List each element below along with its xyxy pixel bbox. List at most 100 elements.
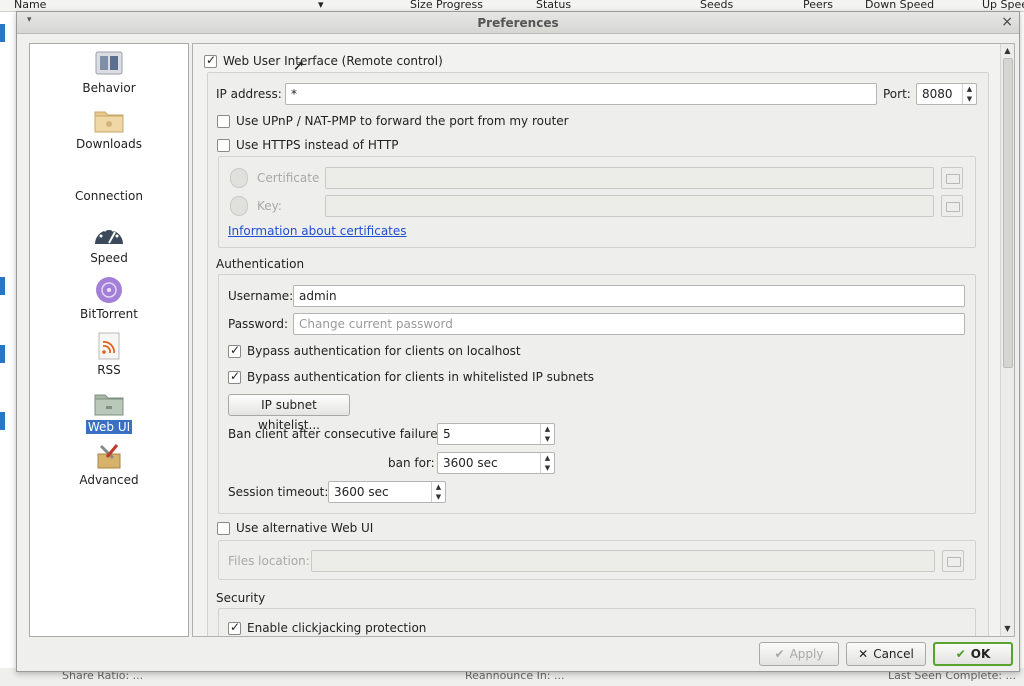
key-path-input[interactable]	[325, 195, 934, 217]
sidebar-item-speed[interactable]: Speed	[30, 220, 188, 265]
certificate-path-input[interactable]	[325, 167, 934, 189]
sort-chevron-icon: ▾	[318, 0, 324, 11]
port-value: 8080	[922, 87, 953, 101]
ban-failures-spinbox[interactable]: 5 ▲ ▼	[437, 423, 555, 445]
password-placeholder: Change current password	[299, 317, 453, 331]
dialog-title: Preferences	[477, 16, 559, 30]
rss-icon	[98, 332, 120, 360]
column-name[interactable]: Name	[14, 0, 46, 11]
preferences-dialog: ▾ Preferences × Behavior Downloads Conne…	[16, 11, 1020, 672]
column-down-speed[interactable]: Down Speed	[865, 0, 934, 11]
certificate-label: Certificate	[257, 171, 320, 185]
column-peers[interactable]: Peers	[803, 0, 833, 11]
sidebar-item-connection[interactable]: Connection	[30, 186, 188, 203]
apply-button[interactable]: ✔ Apply	[759, 642, 839, 666]
ip-address-input[interactable]: *	[285, 83, 877, 105]
spin-arrows-icon[interactable]: ▲ ▼	[962, 84, 976, 104]
row-marker	[0, 24, 5, 42]
files-location-browse-icon[interactable]	[942, 550, 964, 572]
cancel-button-label: Cancel	[873, 647, 914, 661]
sidebar-item-label: RSS	[97, 363, 121, 377]
bypass-whitelist-label[interactable]: Bypass authentication for clients in whi…	[247, 370, 594, 384]
sidebar-item-label: Behavior	[82, 81, 136, 95]
username-input[interactable]: admin	[293, 285, 965, 307]
sidebar-item-bittorrent[interactable]: BitTorrent	[30, 276, 188, 321]
close-icon[interactable]: ×	[1001, 14, 1013, 30]
sidebar-item-behavior[interactable]: Behavior	[30, 50, 188, 95]
key-shield-icon	[230, 196, 248, 216]
apply-button-label: Apply	[789, 647, 824, 661]
sidebar-item-label: Speed	[90, 251, 128, 265]
cancel-x-icon: ✕	[858, 647, 869, 661]
certificates-info-link[interactable]: Information about certificates	[228, 224, 407, 238]
row-marker	[0, 277, 5, 295]
password-label: Password:	[228, 317, 289, 331]
apply-check-icon: ✔	[774, 647, 785, 661]
sidebar-item-rss[interactable]: RSS	[30, 332, 188, 377]
sidebar-item-webui[interactable]: Web UI	[30, 389, 188, 434]
certificate-shield-icon	[230, 168, 248, 188]
alt-webui-label[interactable]: Use alternative Web UI	[236, 521, 373, 535]
ip-subnet-whitelist-button[interactable]: IP subnet whitelist...	[228, 394, 350, 432]
sidebar-item-label: Advanced	[79, 473, 139, 487]
settings-scrollbar[interactable]: ▲ ▼	[1000, 44, 1014, 636]
scroll-up-icon[interactable]: ▲	[1001, 44, 1014, 58]
bypass-localhost-label[interactable]: Bypass authentication for clients on loc…	[247, 344, 521, 358]
webui-settings-pane: Web User Interface (Remote control) IP a…	[192, 43, 1015, 637]
alt-webui-checkbox[interactable]	[217, 522, 230, 535]
upnp-label[interactable]: Use UPnP / NAT-PMP to forward the port f…	[236, 114, 569, 128]
certificate-browse-icon[interactable]	[941, 167, 963, 189]
key-browse-icon[interactable]	[941, 195, 963, 217]
webui-enable-label[interactable]: Web User Interface (Remote control)	[223, 54, 443, 68]
sidebar-item-advanced[interactable]: Advanced	[30, 442, 188, 487]
bypass-whitelist-checkbox[interactable]	[228, 369, 241, 384]
bypass-localhost-checkbox[interactable]	[228, 343, 241, 358]
sidebar-item-label: Downloads	[76, 137, 142, 151]
spin-arrows-icon[interactable]: ▲ ▼	[540, 453, 554, 473]
ok-check-icon: ✔	[955, 647, 966, 661]
ban-failures-value: 5	[443, 427, 451, 441]
preferences-sidebar: Behavior Downloads Connection Speed BitT…	[29, 43, 189, 637]
files-location-input[interactable]	[311, 550, 935, 572]
dialog-titlebar[interactable]: ▾ Preferences ×	[17, 12, 1019, 34]
port-spinbox[interactable]: 8080 ▲ ▼	[916, 83, 977, 105]
username-label: Username:	[228, 289, 294, 303]
spin-arrows-icon[interactable]: ▲ ▼	[431, 482, 445, 502]
files-location-label: Files location:	[228, 554, 310, 568]
clickjacking-label[interactable]: Enable clickjacking protection	[247, 621, 426, 635]
scroll-down-icon[interactable]: ▼	[1001, 622, 1014, 636]
session-timeout-value: 3600 sec	[334, 485, 389, 499]
clickjacking-checkbox[interactable]	[228, 620, 241, 635]
port-label: Port:	[883, 87, 911, 101]
ok-button-label: OK	[970, 647, 991, 661]
speedometer-icon	[95, 228, 123, 244]
behavior-icon	[95, 51, 123, 75]
password-input[interactable]: Change current password	[293, 313, 965, 335]
mouse-cursor-icon: ➚	[293, 58, 305, 74]
session-timeout-label: Session timeout:	[228, 485, 329, 499]
https-label[interactable]: Use HTTPS instead of HTTP	[236, 138, 399, 152]
folder-icon	[94, 111, 124, 133]
column-up-speed[interactable]: Up Speed	[982, 0, 1024, 11]
torrent-list-edge	[0, 12, 16, 672]
webui-folder-icon	[94, 394, 124, 416]
session-timeout-spinbox[interactable]: 3600 sec ▲ ▼	[328, 481, 446, 503]
column-size[interactable]: Size	[410, 0, 433, 11]
ok-button[interactable]: ✔ OK	[933, 642, 1013, 666]
sidebar-item-label: Web UI	[85, 420, 133, 434]
ban-for-label: ban for:	[388, 456, 435, 470]
https-checkbox[interactable]	[217, 139, 230, 152]
bittorrent-icon	[96, 277, 122, 303]
sidebar-item-downloads[interactable]: Downloads	[30, 106, 188, 151]
row-marker	[0, 345, 5, 363]
ban-for-spinbox[interactable]: 3600 sec ▲ ▼	[437, 452, 555, 474]
webui-enable-checkbox[interactable]	[204, 53, 217, 68]
column-progress[interactable]: Progress	[436, 0, 483, 11]
cancel-button[interactable]: ✕ Cancel	[846, 642, 926, 666]
column-seeds[interactable]: Seeds	[700, 0, 733, 11]
spin-arrows-icon[interactable]: ▲ ▼	[540, 424, 554, 444]
ip-address-label: IP address:	[216, 87, 282, 101]
column-status[interactable]: Status	[536, 0, 571, 11]
upnp-checkbox[interactable]	[217, 115, 230, 128]
scrollbar-thumb[interactable]	[1003, 58, 1013, 368]
